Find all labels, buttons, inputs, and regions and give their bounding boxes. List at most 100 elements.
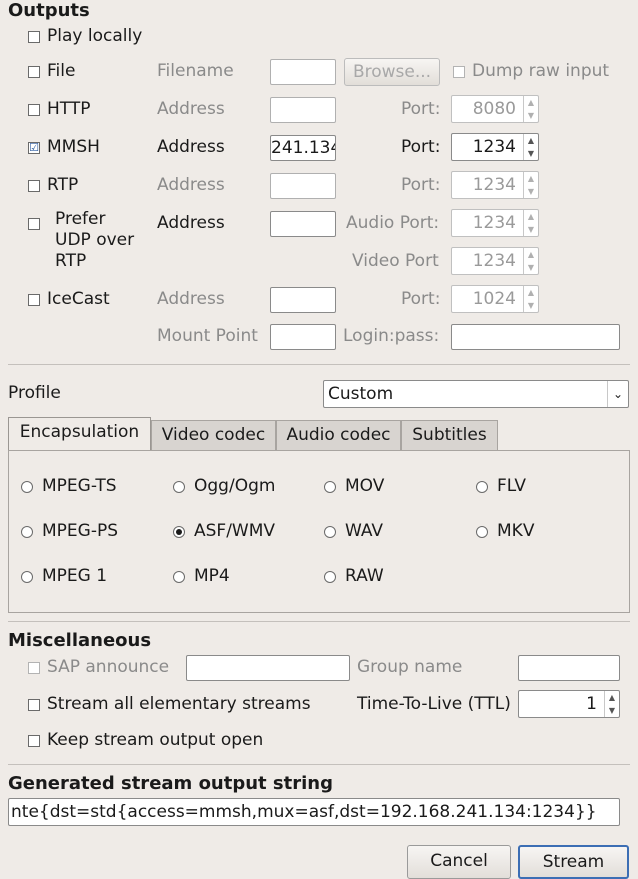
rtp-label: RTP [47, 175, 79, 195]
udp-video-port-value: 1234 [472, 251, 516, 271]
icecast-port-spinbox[interactable]: 1024 ▲ ▼ [451, 285, 539, 313]
group-name-label: Group name [357, 657, 463, 677]
profile-select[interactable]: Custom ⌄ [323, 380, 629, 408]
udp-checkbox[interactable] [28, 218, 40, 230]
spin-arrows-icon[interactable]: ▲ ▼ [523, 248, 538, 274]
spin-arrows-icon[interactable]: ▲ ▼ [523, 210, 538, 236]
rtp-address-input[interactable] [270, 173, 336, 199]
spin-arrows-icon[interactable]: ▲ ▼ [523, 286, 538, 312]
spin-arrows-icon[interactable]: ▲ ▼ [523, 96, 538, 122]
spin-arrows-icon[interactable]: ▲ ▼ [523, 134, 538, 160]
flv-radio[interactable] [476, 481, 488, 493]
raw-label: RAW [345, 566, 384, 586]
keep-open-checkbox[interactable] [28, 735, 40, 747]
udp-video-port-label: Video Port [352, 251, 439, 271]
mpeg1-radio[interactable] [21, 571, 33, 583]
http-checkbox[interactable] [28, 104, 40, 116]
sap-announce-checkbox[interactable] [28, 662, 40, 674]
ogg-radio[interactable] [173, 481, 185, 493]
http-port-spinbox[interactable]: 8080 ▲ ▼ [451, 95, 539, 123]
mp4-label: MP4 [194, 566, 230, 586]
mmsh-checkbox[interactable]: ☑ [28, 142, 40, 154]
chevron-down-icon[interactable]: ⌄ [607, 381, 628, 407]
stream-button[interactable]: Stream [518, 845, 629, 879]
mmsh-port-label: Port: [401, 137, 441, 157]
sap-announce-input[interactable] [186, 655, 350, 681]
rtp-checkbox[interactable] [28, 180, 40, 192]
raw-radio[interactable] [324, 571, 336, 583]
stream-all-label: Stream all elementary streams [47, 694, 311, 714]
icecast-port-label: Port: [401, 289, 441, 309]
mp4-radio[interactable] [173, 571, 185, 583]
ttl-spinbox[interactable]: 1 ▲ ▼ [518, 690, 620, 718]
udp-label-line1: Prefer [55, 209, 106, 229]
icecast-label: IceCast [47, 289, 110, 309]
icecast-address-label: Address [157, 289, 225, 309]
tab-video-codec[interactable]: Video codec [151, 420, 276, 450]
mkv-label: MKV [497, 521, 535, 541]
generated-title: Generated stream output string [8, 773, 333, 794]
udp-address-input[interactable] [270, 211, 336, 237]
tab-subtitles[interactable]: Subtitles [401, 420, 498, 450]
asf-wmv-label: ASF/WMV [194, 521, 276, 541]
login-pass-input[interactable] [451, 324, 620, 350]
mount-point-input[interactable] [270, 324, 336, 350]
mpeg-ps-radio[interactable] [21, 526, 33, 538]
mmsh-address-input[interactable]: 241.134 [270, 135, 336, 161]
mmsh-port-spinbox[interactable]: 1234 ▲ ▼ [451, 133, 539, 161]
ttl-value: 1 [586, 694, 597, 714]
asf-wmv-radio[interactable] [173, 526, 185, 538]
mpeg1-label: MPEG 1 [42, 566, 108, 586]
profile-selected-value: Custom [328, 384, 394, 404]
file-checkbox[interactable] [28, 66, 40, 78]
mmsh-port-value: 1234 [472, 137, 516, 157]
mmsh-address-label: Address [157, 137, 225, 157]
dump-raw-checkbox[interactable] [453, 66, 465, 78]
tab-encapsulation[interactable]: Encapsulation [8, 417, 151, 451]
browse-button[interactable]: Browse... [344, 58, 440, 86]
login-pass-label: Login:pass: [343, 326, 440, 346]
stream-all-checkbox[interactable] [28, 699, 40, 711]
filename-input[interactable] [270, 59, 336, 85]
group-name-input[interactable] [518, 655, 620, 681]
udp-audio-port-spinbox[interactable]: 1234 ▲ ▼ [451, 209, 539, 237]
icecast-port-value: 1024 [472, 289, 516, 309]
separator [8, 364, 630, 365]
generated-output-input[interactable]: nte{dst=std{access=mmsh,mux=asf,dst=192.… [8, 798, 620, 826]
tab-audio-codec[interactable]: Audio codec [276, 420, 401, 450]
spin-arrows-icon[interactable]: ▲ ▼ [523, 172, 538, 198]
mpeg-ts-label: MPEG-TS [42, 476, 117, 496]
mpeg-ts-radio[interactable] [21, 481, 33, 493]
http-port-label: Port: [401, 99, 441, 119]
mmsh-label: MMSH [47, 137, 100, 157]
play-locally-checkbox[interactable] [28, 31, 40, 43]
flv-label: FLV [497, 476, 527, 496]
rtp-port-value: 1234 [472, 175, 516, 195]
file-label: File [47, 61, 76, 81]
misc-title: Miscellaneous [8, 630, 152, 651]
udp-audio-port-label: Audio Port: [346, 213, 440, 233]
mov-label: MOV [345, 476, 385, 496]
wav-radio[interactable] [324, 526, 336, 538]
ttl-label: Time-To-Live (TTL) [357, 694, 511, 714]
icecast-address-input[interactable] [270, 287, 336, 313]
udp-label-line3: RTP [55, 251, 87, 271]
icecast-checkbox[interactable] [28, 294, 40, 306]
profile-label: Profile [8, 383, 61, 403]
rtp-port-spinbox[interactable]: 1234 ▲ ▼ [451, 171, 539, 199]
udp-video-port-spinbox[interactable]: 1234 ▲ ▼ [451, 247, 539, 275]
mkv-radio[interactable] [476, 526, 488, 538]
rtp-port-label: Port: [401, 175, 441, 195]
sap-announce-label: SAP announce [47, 657, 170, 677]
mount-point-label: Mount Point [157, 326, 258, 346]
mov-radio[interactable] [324, 481, 336, 493]
spin-arrows-icon[interactable]: ▲ ▼ [604, 691, 619, 717]
http-address-input[interactable] [270, 97, 336, 123]
udp-address-label: Address [157, 213, 225, 233]
keep-open-label: Keep stream output open [47, 730, 264, 750]
http-address-label: Address [157, 99, 225, 119]
wav-label: WAV [345, 521, 384, 541]
mpeg-ps-label: MPEG-PS [42, 521, 119, 541]
cancel-button[interactable]: Cancel [407, 845, 511, 879]
outputs-title: Outputs [8, 0, 90, 21]
